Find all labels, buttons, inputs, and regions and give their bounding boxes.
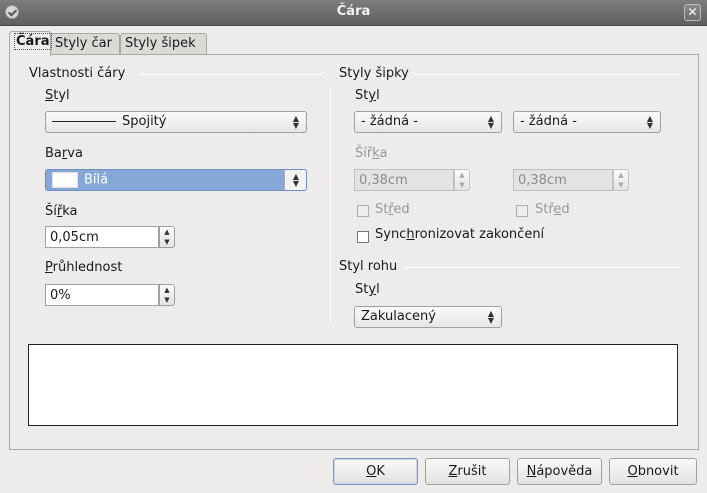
line-preview bbox=[28, 344, 678, 426]
line-color-value: Bílá bbox=[84, 172, 109, 188]
vertical-divider bbox=[330, 88, 331, 321]
tab-panel: Vlastnosti čáry Styl Spojitý ▲ ▼ Barva Bí… bbox=[9, 54, 699, 450]
updown-arrows-icon: ▲ ▼ bbox=[292, 172, 300, 188]
start-arrow-value: - žádná - bbox=[361, 114, 418, 129]
tab-arrow-styles[interactable]: Styly šipek bbox=[120, 33, 207, 55]
reset-button[interactable]: Obnovit bbox=[609, 458, 697, 485]
transparency-label: Průhlednost bbox=[45, 260, 123, 275]
start-center-checkbox[interactable] bbox=[357, 205, 369, 217]
ok-button[interactable]: OK bbox=[333, 458, 418, 485]
end-center-label: Střed bbox=[535, 202, 570, 217]
start-arrow-width-input[interactable]: 0,38cm ▲ ▼ bbox=[354, 169, 470, 191]
corner-style-value: Zakulacený bbox=[361, 309, 436, 324]
corner-style-dropdown[interactable]: Zakulacený ▲ ▼ bbox=[354, 306, 502, 328]
help-button[interactable]: Nápověda bbox=[517, 458, 602, 485]
transparency-input[interactable]: 0% ▲ ▼ bbox=[45, 284, 175, 306]
end-arrow-width-value: 0,38cm bbox=[518, 173, 567, 188]
start-center-label: Střed bbox=[375, 202, 410, 217]
transparency-value: 0% bbox=[50, 288, 71, 303]
sync-ends-checkbox[interactable] bbox=[357, 231, 369, 243]
tab-line-styles[interactable]: Styly čar bbox=[50, 33, 120, 55]
spin-buttons-icon[interactable]: ▲ ▼ bbox=[454, 169, 470, 191]
end-arrow-value: - žádná - bbox=[520, 114, 577, 129]
style-label: Styl bbox=[45, 88, 70, 103]
line-properties-title: Vlastnosti čáry bbox=[29, 66, 126, 81]
line-style-value: Spojitý bbox=[122, 114, 167, 129]
arrow-width-label: Šířka bbox=[355, 146, 388, 161]
cancel-button[interactable]: Zrušit bbox=[425, 458, 510, 485]
line-width-value: 0,05cm bbox=[50, 230, 99, 245]
color-swatch bbox=[52, 172, 78, 188]
tab-line[interactable]: Čára bbox=[9, 31, 52, 56]
solid-line-glyph bbox=[52, 121, 116, 122]
updown-arrows-icon: ▲ ▼ bbox=[487, 114, 495, 130]
line-width-input[interactable]: 0,05cm ▲ ▼ bbox=[45, 226, 175, 248]
arrow-styles-title: Styly šipky bbox=[339, 66, 409, 81]
window-title: Čára bbox=[336, 4, 371, 19]
updown-arrows-icon: ▲ ▼ bbox=[487, 309, 495, 325]
spin-buttons-icon[interactable]: ▲ ▼ bbox=[159, 226, 175, 248]
close-icon[interactable]: ✕ bbox=[684, 4, 701, 21]
color-label: Barva bbox=[45, 146, 83, 161]
divider bbox=[140, 74, 322, 75]
width-label: Šířka bbox=[45, 204, 78, 219]
updown-arrows-icon: ▲ ▼ bbox=[646, 114, 654, 130]
updown-arrows-icon: ▲ ▼ bbox=[292, 114, 300, 130]
corner-style-label: Styl bbox=[355, 282, 380, 297]
start-arrow-width-value: 0,38cm bbox=[359, 173, 408, 188]
divider bbox=[414, 74, 680, 75]
spin-buttons-icon[interactable]: ▲ ▼ bbox=[159, 284, 175, 306]
end-arrow-width-input[interactable]: 0,38cm ▲ ▼ bbox=[513, 169, 629, 191]
end-arrow-dropdown[interactable]: - žádná - ▲ ▼ bbox=[513, 111, 661, 133]
divider bbox=[404, 267, 680, 268]
arrow-style-label: Styl bbox=[355, 88, 380, 103]
line-style-dropdown[interactable]: Spojitý ▲ ▼ bbox=[45, 111, 307, 133]
sync-ends-label: Synchronizovat zakončení bbox=[375, 227, 545, 242]
line-color-dropdown[interactable]: Bílá ▲ ▼ bbox=[45, 169, 307, 191]
title-bar: Čára ✕ bbox=[0, 0, 707, 26]
spin-buttons-icon[interactable]: ▲ ▼ bbox=[613, 169, 629, 191]
end-center-checkbox[interactable] bbox=[516, 205, 528, 217]
corner-style-title: Styl rohu bbox=[339, 259, 398, 274]
start-arrow-dropdown[interactable]: - žádná - ▲ ▼ bbox=[354, 111, 502, 133]
